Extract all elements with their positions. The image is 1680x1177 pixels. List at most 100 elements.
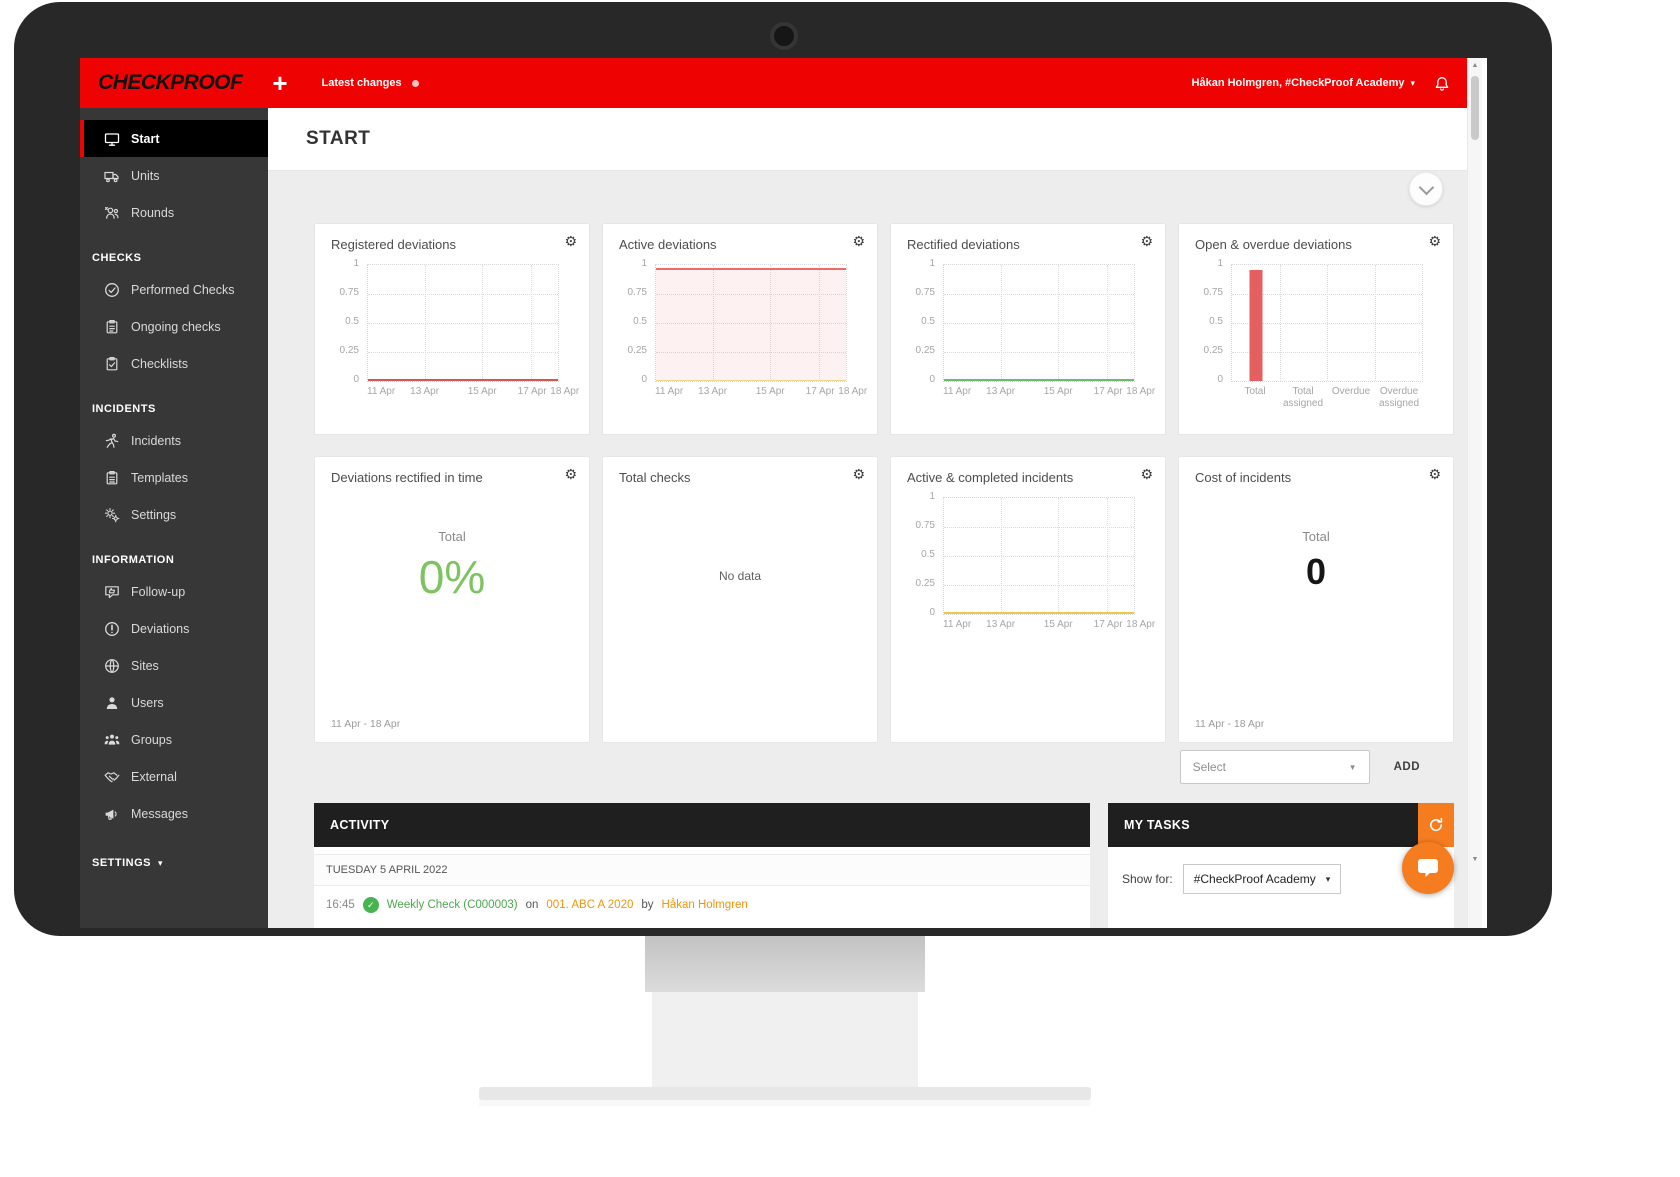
sidebar-item-label: Ongoing checks [131, 320, 221, 334]
gear-icon[interactable]: ⚙ [1140, 467, 1153, 481]
sidebar-item-follow-up[interactable]: Follow-up [80, 573, 268, 610]
my-tasks-body: Show for: #CheckProof Academy ▾ [1108, 847, 1454, 928]
plot-wrap: 11 Apr 13 Apr 15 Apr 17 Apr 18 Apr [943, 264, 1135, 410]
area-chart: 1 0.75 0.5 0.25 0 [603, 256, 877, 410]
gridline [368, 352, 558, 353]
monitor-icon [104, 131, 120, 147]
chevron-down-icon [1418, 179, 1434, 195]
y-tick: 0.75 [916, 287, 935, 299]
check-link[interactable]: Weekly Check (C000003) [387, 899, 518, 911]
gear-icon[interactable]: ⚙ [564, 467, 577, 481]
widget-title: Active & completed incidents [891, 457, 1165, 489]
widget-open-overdue-deviations: Open & overdue deviations ⚙ 1 0.75 0.5 0… [1178, 223, 1454, 435]
scroll-up-arrow[interactable]: ▲ [1468, 62, 1482, 69]
chat-button[interactable] [1402, 842, 1454, 894]
sidebar-item-rounds[interactable]: Rounds [80, 194, 268, 231]
chart-plot [367, 264, 559, 382]
y-tick: 1 [641, 258, 647, 270]
notification-dot-icon [412, 80, 419, 87]
sidebar-item-label: Units [131, 169, 159, 183]
x-tick: 15 Apr [1044, 619, 1073, 630]
scrollbar-thumb[interactable] [1471, 76, 1479, 140]
sidebar-item-checklists[interactable]: Checklists [80, 345, 268, 382]
data-line [944, 379, 1134, 381]
sidebar-item-ongoing-checks[interactable]: Ongoing checks [80, 308, 268, 345]
sidebar-item-label: Groups [131, 733, 172, 747]
widget-title: Deviations rectified in time [315, 457, 589, 489]
sidebar-item-incident-settings[interactable]: Settings [80, 496, 268, 533]
sidebar-section-information: INFORMATION [80, 547, 268, 573]
group-icon [104, 732, 120, 748]
gridline [1058, 498, 1059, 614]
add-widget-button[interactable]: ADD [1384, 753, 1430, 781]
widget-controls: Select ▼ ADD [1180, 750, 1430, 784]
x-tick: 11 Apr [943, 386, 971, 397]
x-tick: 15 Apr [1044, 386, 1073, 397]
user-link[interactable]: Håkan Holmgren [662, 899, 748, 911]
user-menu[interactable]: Håkan Holmgren, #CheckProof Academy ▾ [1192, 77, 1415, 89]
gear-icon[interactable]: ⚙ [564, 234, 577, 248]
chart-plot [1231, 264, 1423, 382]
sidebar-item-incidents[interactable]: Incidents [80, 422, 268, 459]
sidebar-item-templates[interactable]: Templates [80, 459, 268, 496]
sidebar-item-start[interactable]: Start [80, 120, 268, 157]
widget-cost-of-incidents: Cost of incidents ⚙ Total 0 11 Apr - 18 … [1178, 456, 1454, 743]
show-for-select[interactable]: #CheckProof Academy ▾ [1183, 864, 1342, 894]
x-tick: 11 Apr [655, 386, 683, 397]
total-value: 0 [1179, 554, 1453, 590]
widget-active-completed-incidents: Active & completed incidents ⚙ 1 0.75 0.… [890, 456, 1166, 743]
widget-select[interactable]: Select ▼ [1180, 750, 1370, 784]
sidebar-item-groups[interactable]: Groups [80, 721, 268, 758]
unit-link[interactable]: 001. ABC A 2020 [546, 899, 633, 911]
refresh-button[interactable] [1418, 803, 1454, 847]
sidebar: Start Units Rounds CHECKS [80, 108, 268, 928]
y-tick: 0.25 [340, 345, 359, 357]
latest-changes-link[interactable]: Latest changes [322, 77, 402, 89]
activity-body: TUESDAY 5 APRIL 2022 16:45 ✓ Weekly Chec… [314, 847, 1090, 928]
chart-plot [943, 264, 1135, 382]
activity-panel: ACTIVITY TUESDAY 5 APRIL 2022 16:45 ✓ We… [314, 803, 1090, 928]
gear-icon[interactable]: ⚙ [1428, 234, 1441, 248]
megaphone-icon [104, 806, 120, 822]
bell-icon[interactable] [1433, 75, 1451, 92]
user-name: Håkan Holmgren, #CheckProof Academy [1192, 77, 1405, 89]
sidebar-item-label: Checklists [131, 357, 188, 371]
entry-word-on: on [526, 899, 539, 911]
y-axis: 1 0.75 0.5 0.25 0 [899, 491, 943, 619]
sidebar-item-sites[interactable]: Sites [80, 647, 268, 684]
scroll-down-arrow[interactable]: ▼ [1468, 856, 1482, 863]
gridline [482, 265, 483, 381]
sidebar-item-users[interactable]: Users [80, 684, 268, 721]
gear-icon[interactable]: ⚙ [852, 234, 865, 248]
y-tick: 0.75 [916, 520, 935, 532]
gear-icon[interactable]: ⚙ [1140, 234, 1153, 248]
alert-circle-icon [104, 621, 120, 637]
gridline [1327, 265, 1328, 381]
sidebar-item-label: Deviations [131, 622, 189, 636]
area-fill [656, 269, 846, 381]
monitor-bezel: CHECKPROOF + Latest changes Håkan Holmgr… [14, 2, 1552, 936]
entry-word-by: by [641, 899, 653, 911]
x-tick: 13 Apr [410, 386, 439, 397]
sidebar-item-deviations[interactable]: Deviations [80, 610, 268, 647]
gear-icon[interactable]: ⚙ [1428, 467, 1441, 481]
sidebar-item-messages[interactable]: Messages [80, 795, 268, 832]
y-tick: 0.75 [1204, 287, 1223, 299]
sidebar-padding [80, 108, 268, 120]
gridline [944, 352, 1134, 353]
sidebar-item-units[interactable]: Units [80, 157, 268, 194]
y-tick: 0.5 [345, 316, 359, 328]
sidebar-item-performed-checks[interactable]: Performed Checks [80, 271, 268, 308]
sidebar-item-label: Sites [131, 659, 159, 673]
refresh-icon [1428, 817, 1444, 833]
my-tasks-header: MY TASKS [1108, 803, 1454, 847]
gear-icon[interactable]: ⚙ [852, 467, 865, 481]
data-line-secondary [656, 380, 846, 382]
collapse-dashboard-button[interactable] [1409, 172, 1443, 206]
y-axis: 1 0.75 0.5 0.25 0 [1187, 258, 1231, 386]
gridline [368, 323, 558, 324]
sidebar-item-external[interactable]: External [80, 758, 268, 795]
add-plus-button[interactable]: + [272, 72, 287, 94]
x-tick: 17 Apr [518, 386, 547, 397]
sidebar-section-settings[interactable]: SETTINGS ▾ [80, 850, 268, 876]
